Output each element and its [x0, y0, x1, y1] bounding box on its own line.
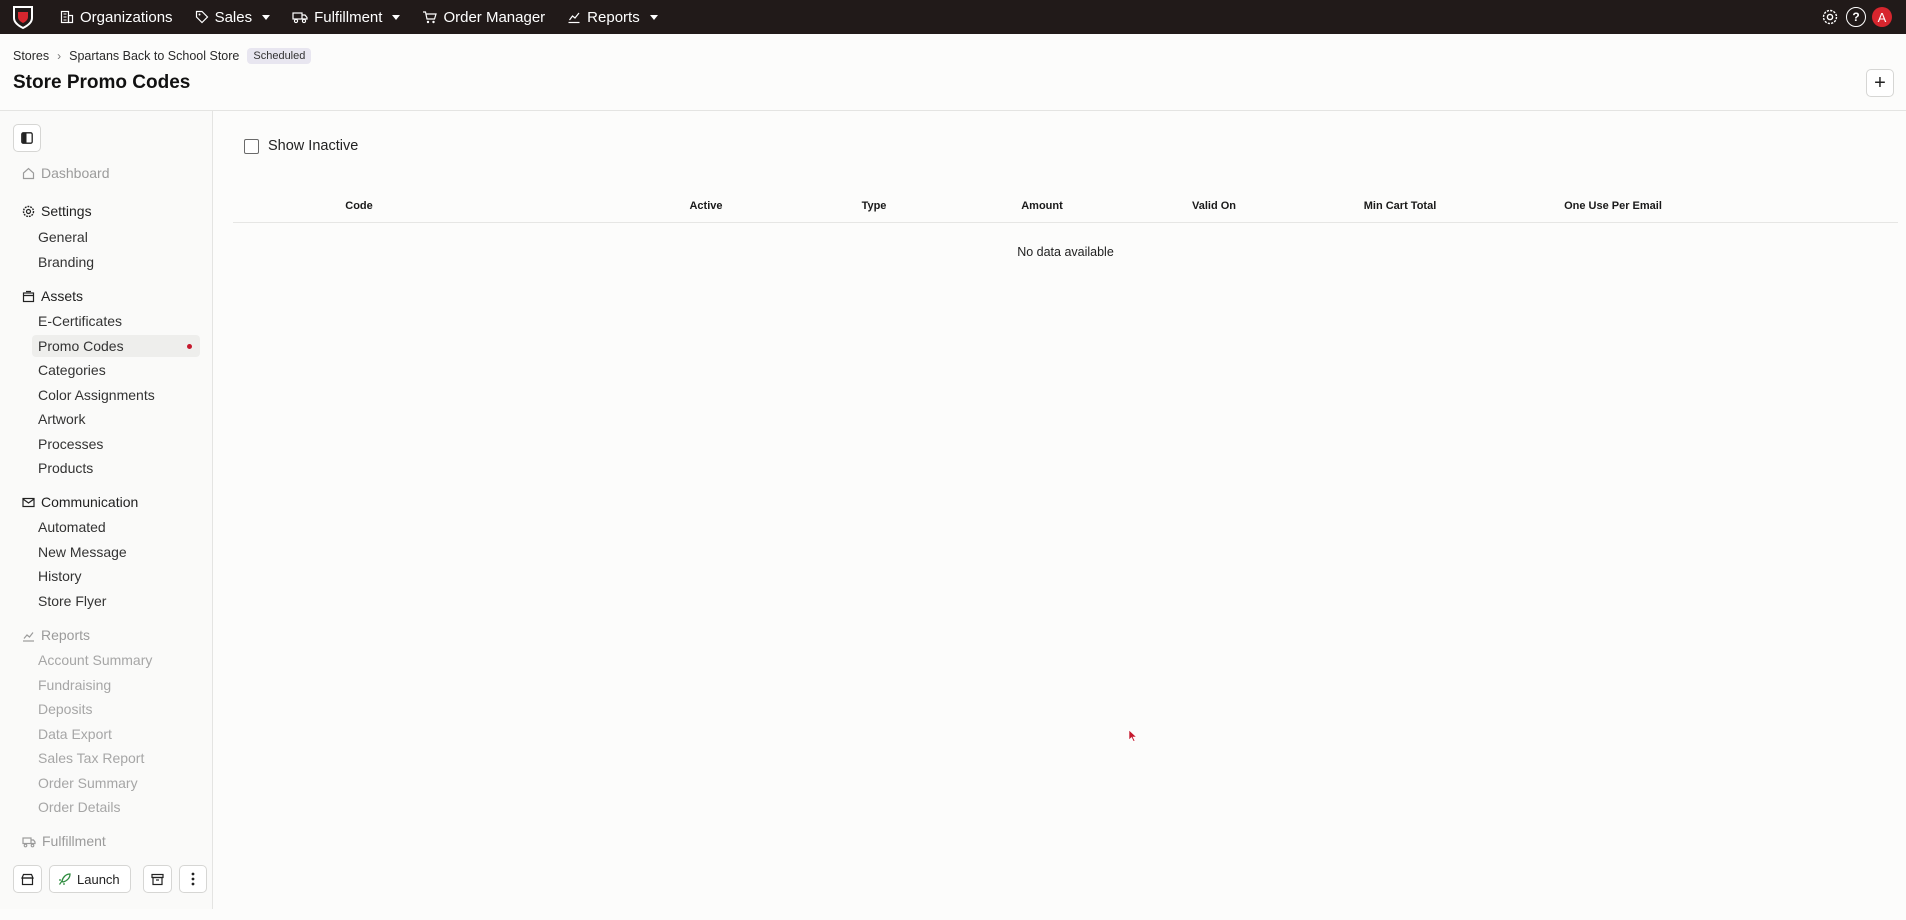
- table-header: Code Active Type Amount Valid On Min Car…: [233, 191, 1898, 223]
- rocket-icon: [59, 872, 71, 885]
- sidebar-section-settings-label: Settings: [41, 203, 92, 219]
- sidebar-section-settings[interactable]: Settings: [22, 203, 92, 219]
- active-indicator-dot: [187, 344, 192, 349]
- archive-icon: [151, 873, 164, 885]
- sidebar-toggle-button[interactable]: [13, 124, 41, 152]
- storefront-button[interactable]: [13, 865, 42, 893]
- sidebar-item-artwork[interactable]: Artwork: [32, 408, 200, 430]
- main-content: Show Inactive Code Active Type Amount Va…: [213, 111, 1906, 909]
- mail-icon: [22, 497, 35, 507]
- sidebar-item-order-summary[interactable]: Order Summary: [32, 772, 200, 794]
- sidebar: Dashboard Settings General Branding Asse…: [0, 111, 213, 909]
- nav-organizations[interactable]: Organizations: [49, 0, 184, 34]
- column-header-valid-on[interactable]: Valid On: [1192, 200, 1236, 212]
- nav-reports-label: Reports: [587, 8, 640, 26]
- nav-fulfillment[interactable]: Fulfillment: [281, 0, 411, 34]
- column-header-code[interactable]: Code: [345, 200, 373, 212]
- nav-sales[interactable]: Sales: [184, 0, 282, 34]
- page-header: Stores › Spartans Back to School Store S…: [0, 34, 1906, 111]
- sidebar-item-promo-codes[interactable]: Promo Codes: [32, 335, 200, 357]
- more-vertical-icon: [191, 872, 195, 886]
- table-empty-message: No data available: [1017, 245, 1114, 259]
- breadcrumb-store-name[interactable]: Spartans Back to School Store: [69, 49, 239, 63]
- sidebar-item-data-export[interactable]: Data Export: [32, 723, 200, 745]
- sidebar-item-order-details[interactable]: Order Details: [32, 796, 200, 818]
- box-icon: [22, 290, 35, 302]
- truck-icon: [22, 836, 36, 847]
- mouse-cursor-icon: [1128, 729, 1138, 742]
- sidebar-item-account-summary[interactable]: Account Summary: [32, 649, 200, 671]
- column-header-amount[interactable]: Amount: [1021, 200, 1063, 212]
- add-promo-code-button[interactable]: +: [1866, 69, 1894, 97]
- nav-sales-label: Sales: [214, 8, 253, 26]
- sidebar-section-fulfillment[interactable]: Fulfillment: [22, 833, 106, 849]
- sidebar-item-promo-codes-label: Promo Codes: [38, 338, 124, 354]
- sidebar-section-assets-label: Assets: [41, 288, 84, 304]
- breadcrumb-stores[interactable]: Stores: [13, 49, 49, 63]
- chart-icon: [568, 12, 580, 24]
- building-icon: [60, 10, 74, 24]
- chart-icon: [23, 631, 34, 642]
- sidebar-item-general[interactable]: General: [32, 226, 200, 248]
- nav-order-manager-label: Order Manager: [443, 8, 546, 26]
- chevron-down-icon: [392, 14, 401, 20]
- sidebar-item-products[interactable]: Products: [32, 457, 200, 479]
- sidebar-section-communication-label: Communication: [41, 494, 139, 510]
- tag-icon: [195, 10, 208, 24]
- sidebar-item-dashboard[interactable]: Dashboard: [22, 165, 110, 181]
- storefront-icon: [21, 873, 34, 885]
- column-header-one-use-per-email[interactable]: One Use Per Email: [1564, 200, 1662, 212]
- status-badge: Scheduled: [247, 48, 312, 64]
- column-header-active[interactable]: Active: [689, 200, 722, 212]
- app-logo-icon[interactable]: [11, 5, 35, 29]
- nav-fulfillment-label: Fulfillment: [314, 8, 383, 26]
- sidebar-item-store-flyer[interactable]: Store Flyer: [32, 590, 200, 612]
- sidebar-item-e-certificates[interactable]: E-Certificates: [32, 310, 200, 332]
- sidebar-item-branding[interactable]: Branding: [32, 251, 200, 273]
- breadcrumb: Stores › Spartans Back to School Store S…: [13, 48, 312, 64]
- sidebar-item-automated[interactable]: Automated: [32, 516, 200, 538]
- chevron-down-icon: [649, 14, 658, 20]
- sidebar-item-deposits[interactable]: Deposits: [32, 698, 200, 720]
- sidebar-item-new-message[interactable]: New Message: [32, 541, 200, 563]
- nav-order-manager[interactable]: Order Manager: [411, 0, 556, 34]
- sidebar-section-assets[interactable]: Assets: [22, 288, 83, 304]
- sidebar-section-fulfillment-label: Fulfillment: [42, 833, 106, 849]
- show-inactive-label: Show Inactive: [268, 138, 359, 154]
- avatar[interactable]: A: [1872, 7, 1892, 27]
- sidebar-item-processes[interactable]: Processes: [32, 433, 200, 455]
- sidebar-item-history[interactable]: History: [32, 565, 200, 587]
- sidebar-panel-icon: [21, 132, 33, 144]
- column-header-type[interactable]: Type: [862, 200, 887, 212]
- top-navbar: Organizations Sales Fulfillment Order Ma…: [0, 0, 1906, 34]
- nav-organizations-label: Organizations: [80, 8, 173, 26]
- launch-label: Launch: [77, 871, 120, 887]
- archive-button[interactable]: [142, 865, 172, 893]
- sidebar-item-color-assignments[interactable]: Color Assignments: [32, 384, 200, 406]
- more-options-button[interactable]: [178, 865, 207, 893]
- help-icon[interactable]: ?: [1846, 7, 1866, 27]
- sidebar-footer: Launch: [13, 865, 207, 893]
- nav-reports[interactable]: Reports: [556, 0, 669, 34]
- launch-button[interactable]: Launch: [49, 865, 131, 893]
- sidebar-item-dashboard-label: Dashboard: [41, 165, 110, 181]
- page-title: Store Promo Codes: [13, 72, 191, 93]
- show-inactive-toggle[interactable]: Show Inactive: [244, 138, 358, 154]
- show-inactive-checkbox[interactable]: [244, 138, 259, 154]
- sidebar-item-fundraising[interactable]: Fundraising: [32, 674, 200, 696]
- gear-icon: [22, 205, 35, 217]
- sidebar-section-reports[interactable]: Reports: [22, 627, 90, 643]
- home-icon: [22, 167, 35, 179]
- chevron-down-icon: [262, 14, 271, 20]
- gear-icon[interactable]: [1820, 7, 1840, 27]
- sidebar-section-communication[interactable]: Communication: [22, 494, 138, 510]
- sidebar-item-categories[interactable]: Categories: [32, 359, 200, 381]
- topbar-actions: ? A: [1820, 0, 1892, 34]
- breadcrumb-chevron-icon: ›: [57, 49, 62, 63]
- truck-icon: [292, 12, 308, 24]
- column-header-min-cart-total[interactable]: Min Cart Total: [1364, 200, 1437, 212]
- sidebar-item-sales-tax-report[interactable]: Sales Tax Report: [32, 747, 200, 769]
- cart-icon: [423, 11, 438, 24]
- sidebar-section-reports-label: Reports: [41, 627, 91, 643]
